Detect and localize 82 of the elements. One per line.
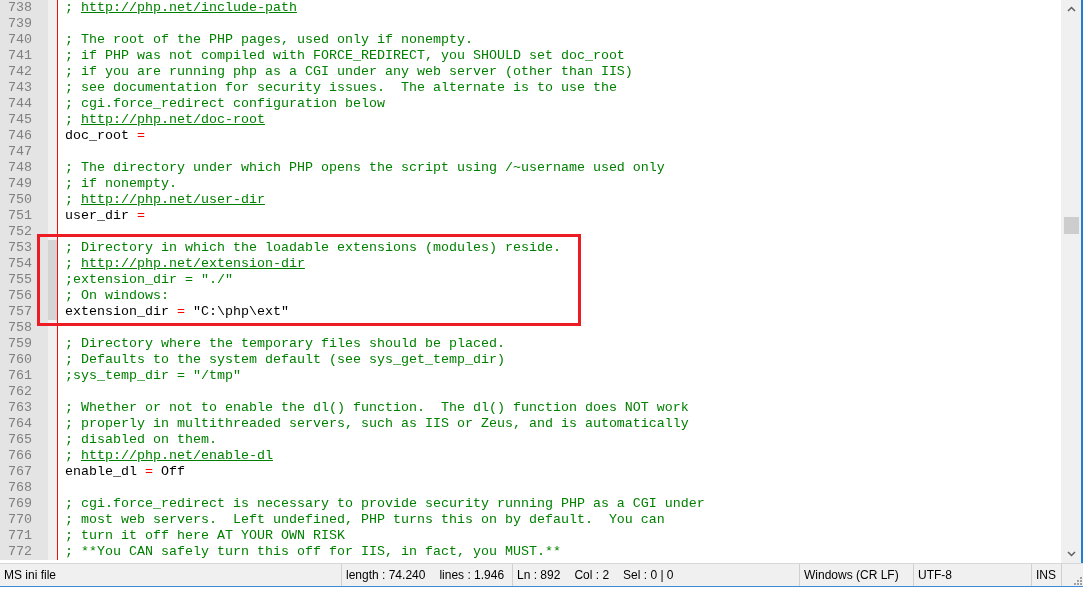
comment-line: ; The directory under which PHP opens the script using /~username used only	[64, 160, 665, 176]
link[interactable]: http://php.net/include-path	[81, 0, 297, 15]
status-text: Col : 2	[574, 568, 610, 582]
line-number: 755	[0, 272, 48, 288]
comment-line: ; **You CAN safely turn this off for IIS, in fact, you MUST.**	[64, 544, 561, 560]
setting-line: doc_root =	[64, 128, 145, 144]
line-number: 754	[0, 256, 48, 272]
setting-line: enable_dl = Off	[64, 464, 185, 480]
line-number: 745	[0, 112, 48, 128]
comment-line: ; see documentation for security issues. The alternate is to use the	[64, 80, 617, 96]
line-number: 744	[0, 96, 48, 112]
line-number: 771	[0, 528, 48, 544]
comment-line: ; cgi.force_redirect configuration below	[64, 96, 385, 112]
status-text: lines : 1.946	[439, 568, 505, 582]
status-text: Ln : 892	[517, 568, 561, 582]
line-number: 749	[0, 176, 48, 192]
comment-line: ; On windows:	[64, 288, 169, 304]
line-number: 772	[0, 544, 48, 560]
comment-line: ; http://php.net/extension-dir	[64, 256, 305, 272]
line-number: 760	[0, 352, 48, 368]
line-number: 753	[0, 240, 48, 256]
line-number: 750	[0, 192, 48, 208]
comment-line: ; http://php.net/enable-dl	[64, 448, 273, 464]
status-text: INS	[1036, 568, 1056, 582]
comment-line: ;extension_dir = "./"	[64, 272, 233, 288]
line-number: 747	[0, 144, 48, 160]
line-number: 770	[0, 512, 48, 528]
status-text: Sel : 0 | 0	[623, 568, 674, 582]
comment-line: ; Directory in which the loadable extensions (modules) reside.	[64, 240, 561, 256]
line-number: 746	[0, 128, 48, 144]
link[interactable]: http://php.net/extension-dir	[81, 256, 305, 271]
setting-line: extension_dir = "C:\php\ext"	[64, 304, 289, 320]
comment-line: ; if PHP was not compiled with FORCE_REDIRECT, you SHOULD set doc_root	[64, 48, 625, 64]
comment-line: ; if nonempty.	[64, 176, 177, 192]
link[interactable]: http://php.net/user-dir	[81, 192, 265, 207]
line-number: 748	[0, 160, 48, 176]
comment-line: ; cgi.force_redirect is necessary to provide security running PHP as a CGI under	[64, 496, 705, 512]
comment-line: ; Directory where the temporary files should be placed.	[64, 336, 505, 352]
link[interactable]: http://php.net/doc-root	[81, 112, 265, 127]
status-text: MS ini file	[4, 568, 56, 582]
line-number: 758	[0, 320, 48, 336]
caret-down-icon	[1067, 551, 1076, 557]
comment-line: ; http://php.net/user-dir	[64, 192, 265, 208]
comment-line: ; most web servers. Left undefined, PHP turns this on by default. You can	[64, 512, 665, 528]
line-number: 740	[0, 32, 48, 48]
line-number: 766	[0, 448, 48, 464]
line-number: 763	[0, 400, 48, 416]
comment-line: ; Whether or not to enable the dl() function. The dl() function does NOT work	[64, 400, 689, 416]
comment-line: ; disabled on them.	[64, 432, 217, 448]
line-number: 742	[0, 64, 48, 80]
line-number: 769	[0, 496, 48, 512]
line-number: 768	[0, 480, 48, 496]
status-text: UTF-8	[918, 568, 952, 582]
line-number: 767	[0, 464, 48, 480]
line-number: 761	[0, 368, 48, 384]
comment-line: ; The root of the PHP pages, used only if nonempty.	[64, 32, 473, 48]
line-number: 752	[0, 224, 48, 240]
comment-line: ; http://php.net/include-path	[64, 0, 297, 16]
line-number: 762	[0, 384, 48, 400]
line-number: 738	[0, 0, 48, 16]
setting-line: user_dir =	[64, 208, 145, 224]
caret-up-icon	[1067, 6, 1076, 12]
link[interactable]: http://php.net/enable-dl	[81, 448, 273, 463]
line-number: 757	[0, 304, 48, 320]
line-number: 751	[0, 208, 48, 224]
comment-line: ; Defaults to the system default (see sys_get_temp_dir)	[64, 352, 505, 368]
comment-line: ; http://php.net/doc-root	[64, 112, 265, 128]
comment-line: ; if you are running php as a CGI under any web server (other than IIS)	[64, 64, 633, 80]
comment-line: ;sys_temp_dir = "/tmp"	[64, 368, 241, 384]
line-number: 764	[0, 416, 48, 432]
comment-line: ; turn it off here AT YOUR OWN RISK	[64, 528, 345, 544]
line-number: 759	[0, 336, 48, 352]
line-number: 756	[0, 288, 48, 304]
resize-grip-icon[interactable]	[1073, 576, 1083, 586]
status-text: Windows (CR LF)	[804, 568, 899, 582]
line-number: 765	[0, 432, 48, 448]
line-number: 743	[0, 80, 48, 96]
comment-line: ; properly in multithreaded servers, such as IIS or Zeus, and is automatically	[64, 416, 689, 432]
line-number: 741	[0, 48, 48, 64]
line-number: 739	[0, 16, 48, 32]
scrollbar-thumb[interactable]	[1064, 217, 1079, 234]
status-text: length : 74.240	[346, 568, 426, 582]
